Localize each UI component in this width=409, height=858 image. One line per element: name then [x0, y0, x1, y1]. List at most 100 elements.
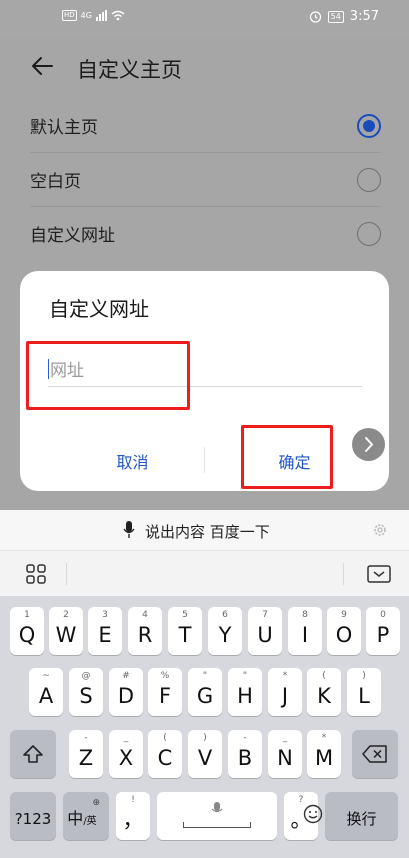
backspace-icon	[362, 745, 387, 763]
emoji-icon	[303, 804, 323, 824]
page-title: 自定义主页	[77, 58, 182, 82]
key-hint: 2	[63, 610, 69, 620]
key-o[interactable]: 9O	[327, 607, 361, 655]
key-letter: P	[376, 623, 390, 647]
lang-sub: /英	[83, 816, 97, 827]
key-letter: I	[301, 623, 309, 647]
key-x[interactable]: _ X	[109, 730, 143, 778]
shift-arrow-icon	[23, 745, 43, 763]
key-letter: O	[335, 623, 353, 647]
key-letter: X	[118, 746, 134, 770]
key-label: 中/英	[63, 807, 101, 834]
key-hint: 6	[222, 610, 228, 620]
option-label: 自定义网址	[30, 226, 115, 246]
key-letter: C	[157, 746, 173, 770]
key-letter: D	[117, 684, 135, 708]
key-letter: W	[55, 623, 77, 647]
back-arrow-icon[interactable]	[28, 52, 56, 80]
option-label: 默认主页	[30, 118, 98, 138]
enter-key[interactable]: 换行	[303, 792, 398, 840]
key-letter: L	[358, 684, 370, 708]
signal-icon	[95, 10, 107, 21]
key-g[interactable]: " G	[188, 668, 222, 716]
key-y[interactable]: 6Y	[208, 607, 242, 655]
key-t[interactable]: 5T	[168, 607, 202, 655]
key-letter: N	[277, 746, 293, 770]
key-c[interactable]: (C	[148, 730, 182, 778]
key-a[interactable]: ~ A	[29, 668, 63, 716]
key-z[interactable]: -Z	[69, 730, 103, 778]
button-divider	[204, 447, 205, 473]
key-k[interactable]: (K	[307, 668, 341, 716]
key-q[interactable]: 1Q	[10, 607, 44, 655]
key-letter: J	[281, 684, 289, 708]
key-hint: -	[84, 733, 88, 743]
option-custom-url[interactable]: 自定义网址	[30, 207, 381, 261]
keyboard-keys: 1Q 2W 3E 4R 5T 6Y 7U 8I 9O 0P ~ A @ S # D %…	[0, 596, 409, 858]
option-blank-page[interactable]: 空白页	[30, 153, 381, 207]
key-j[interactable]: * J	[268, 668, 302, 716]
grid-menu-icon[interactable]	[26, 564, 46, 584]
key-hint: #	[122, 671, 130, 681]
key-i[interactable]: 8I	[288, 607, 322, 655]
key-letter: E	[98, 623, 112, 647]
microphone-icon	[123, 521, 135, 538]
clock: 3:57	[349, 9, 379, 24]
key-h[interactable]: " H	[228, 668, 262, 716]
wifi-icon	[111, 10, 125, 21]
key-hint: 0	[380, 610, 386, 620]
key-letter: T	[178, 623, 192, 647]
symbols-key[interactable]: ?123	[10, 792, 56, 840]
key-m[interactable]: * M	[307, 730, 341, 778]
space-key[interactable]	[157, 792, 277, 840]
key-letter: V	[197, 746, 213, 770]
key-letter: M	[314, 746, 334, 770]
gear-icon[interactable]	[372, 522, 388, 538]
key-n[interactable]: _ N	[268, 730, 302, 778]
option-default-homepage[interactable]: 默认主页	[30, 99, 381, 153]
key-s[interactable]: @ S	[69, 668, 103, 716]
key-e[interactable]: 3E	[88, 607, 122, 655]
text-caret	[48, 359, 49, 379]
key-label: ，	[122, 808, 144, 832]
hide-keyboard-icon[interactable]	[367, 565, 391, 583]
key-letter: S	[79, 684, 93, 708]
next-button[interactable]	[352, 428, 385, 461]
key-f[interactable]: % F	[148, 668, 182, 716]
status-bar: HD 4G 54 3:57	[0, 0, 409, 36]
key-p[interactable]: 0P	[366, 607, 400, 655]
key-b[interactable]: -B	[228, 730, 262, 778]
language-switch-key[interactable]: ⊕ 中/英	[63, 792, 109, 840]
key-letter: R	[137, 623, 153, 647]
key-hint: -	[243, 733, 247, 743]
key-w[interactable]: 2W	[49, 607, 83, 655]
backspace-key[interactable]	[352, 730, 398, 778]
radio-button[interactable]	[357, 168, 381, 192]
key-hint: *	[321, 733, 327, 743]
key-hint: 4	[142, 610, 148, 620]
key-l[interactable]: ) L	[347, 668, 381, 716]
space-bar-line	[183, 822, 251, 828]
url-input[interactable]	[48, 355, 362, 387]
keyboard-toolbar	[0, 550, 409, 596]
radio-button[interactable]	[357, 222, 381, 246]
key-r[interactable]: 4R	[128, 607, 162, 655]
key-u[interactable]: 7U	[248, 607, 282, 655]
radio-button[interactable]	[357, 114, 381, 138]
comma-key[interactable]: !，	[116, 792, 150, 840]
key-letter: Y	[218, 623, 232, 647]
cancel-button[interactable]: 取消	[70, 441, 195, 481]
key-v[interactable]: ) V	[188, 730, 222, 778]
key-hint: (	[322, 671, 326, 681]
key-letter: Q	[18, 623, 36, 647]
key-hint: !	[131, 795, 135, 805]
toolbar-separator	[343, 563, 344, 585]
key-letter: G	[196, 684, 214, 708]
confirm-button[interactable]: 确定	[232, 441, 357, 481]
shift-key[interactable]	[10, 730, 56, 778]
voice-input-bar[interactable]: 说出内容 百度一下	[0, 510, 409, 550]
hd-badge: HD	[62, 10, 77, 21]
key-d[interactable]: # D	[109, 668, 143, 716]
key-label: 换行	[346, 810, 377, 828]
key-hint: _	[123, 733, 129, 743]
